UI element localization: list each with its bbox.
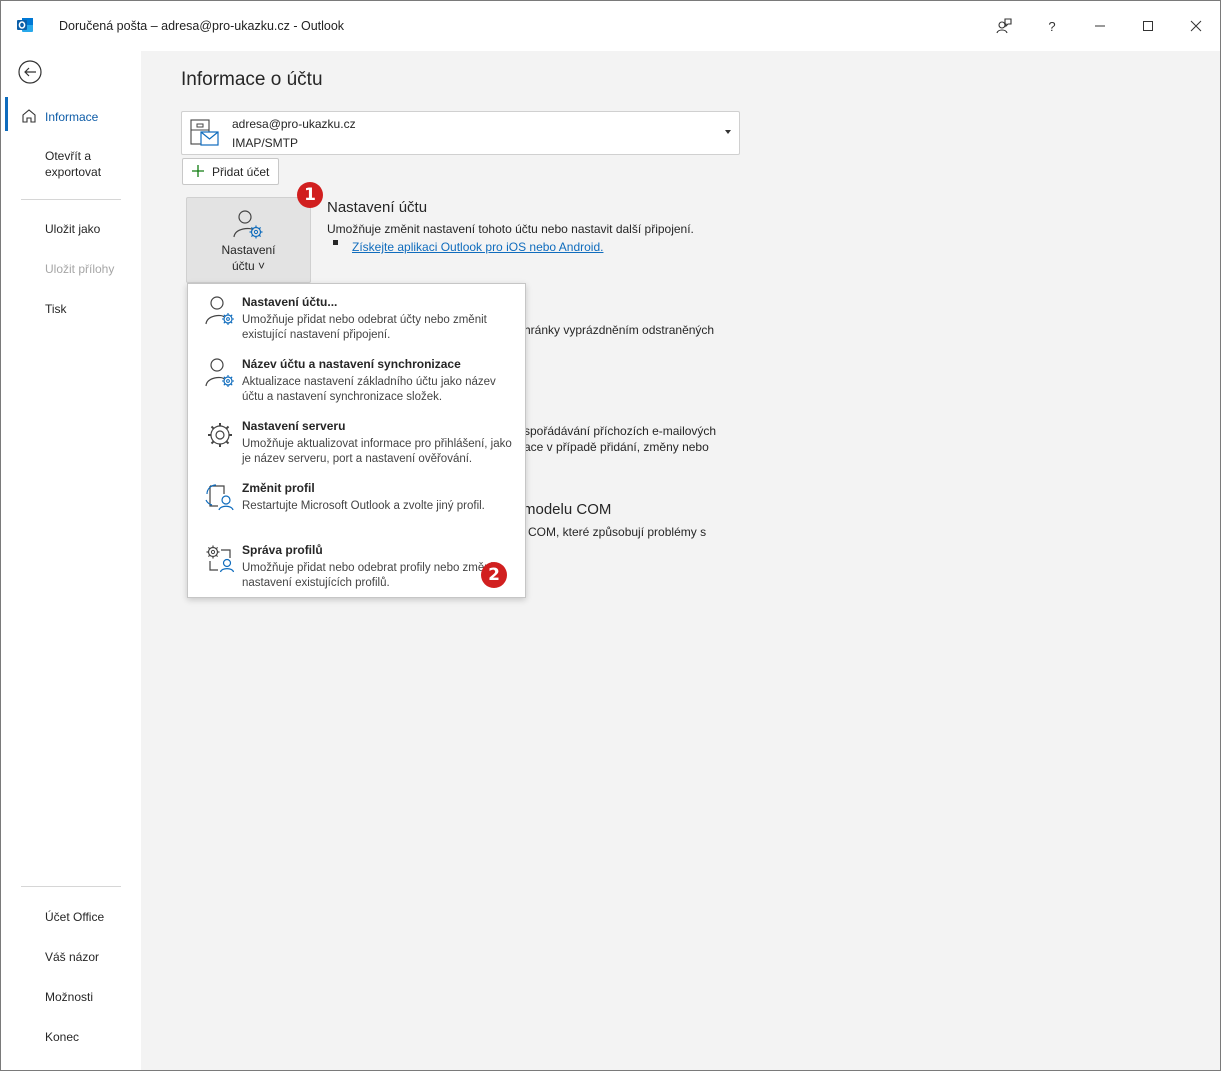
section-desc-account-settings: Umožňuje změnit nastavení tohoto účtu ne… [327, 222, 694, 236]
get-mobile-app-link[interactable]: Získejte aplikaci Outlook pro iOS nebo A… [352, 240, 603, 254]
section-desc-partial: COM, které způsobují problémy s [528, 525, 707, 539]
sidebar-item-vas-nazor[interactable]: Váš názor [1, 949, 141, 969]
minimize-icon [1095, 25, 1105, 27]
sidebar-item-label: Účet Office [45, 910, 105, 924]
sidebar-item-label: Váš názor [45, 950, 100, 964]
add-account-label: Přidat účet [212, 165, 270, 179]
sidebar-item-ucet-office[interactable]: Účet Office [1, 909, 141, 929]
sidebar-item-moznosti[interactable]: Možnosti [1, 989, 141, 1009]
sidebar-item-ulozit-jako[interactable]: Uložit jako [1, 221, 141, 241]
menu-item-desc: Umožňuje aktualizovat informace pro přih… [242, 438, 512, 465]
maximize-button[interactable] [1125, 11, 1171, 41]
sidebar-item-otevrit-exportovat[interactable]: Otevřít a exportovat [1, 147, 141, 183]
menu-item-account-name-sync[interactable]: Název účtu a nastavení synchronizace Akt… [188, 348, 525, 408]
title-bar: Doručená pošta – adresa@pro-ukazku.cz - … [1, 1, 1220, 51]
menu-item-title: Nastavení účtu... [242, 295, 338, 309]
menu-item-server-settings[interactable]: Nastavení serveru Umožňuje aktualizovat … [188, 410, 525, 470]
close-button[interactable] [1173, 11, 1219, 41]
menu-item-title: Název účtu a nastavení synchronizace [242, 357, 461, 371]
sidebar-item-informace[interactable]: Informace [1, 106, 141, 126]
menu-item-manage-profiles[interactable]: Správa profilů Umožňuje přidat nebo odeb… [188, 534, 525, 594]
menu-item-title: Nastavení serveru [242, 419, 346, 433]
help-label: ? [1048, 18, 1056, 34]
account-email: adresa@pro-ukazku.cz [232, 117, 356, 131]
sidebar-item-label: Tisk [45, 302, 67, 316]
help-button[interactable]: ? [1029, 11, 1075, 41]
sidebar-item-label: Uložit přílohy [45, 262, 115, 276]
close-icon [1190, 20, 1202, 32]
outlook-window: Doručená pošta – adresa@pro-ukazku.cz - … [0, 0, 1221, 1071]
window-title: Doručená pošta – adresa@pro-ukazku.cz - … [59, 19, 345, 33]
chevron-down-icon [725, 130, 731, 134]
maximize-icon [1143, 21, 1153, 31]
sidebar-item-label: Uložit jako [45, 222, 101, 236]
change-profile-icon [205, 484, 234, 511]
sidebar-divider [21, 199, 121, 200]
sidebar-item-label: Informace [45, 110, 99, 124]
plus-icon [192, 165, 204, 177]
outlook-logo-icon [17, 18, 33, 32]
account-settings-label-line1: Nastavení [221, 243, 276, 257]
sidebar-item-label: Možnosti [45, 990, 94, 1004]
account-settings-label: Nastavení účtu ˅ [187, 242, 310, 274]
menu-item-title: Správa profilů [242, 543, 323, 557]
minimize-button[interactable] [1077, 11, 1123, 41]
section-title-partial: modelu COM [523, 501, 612, 518]
sidebar-item-ulozit-prilohy: Uložit přílohy [1, 261, 141, 281]
menu-item-desc: Aktualizace nastavení základního účtu ja… [242, 376, 496, 403]
account-type: IMAP/SMTP [232, 136, 299, 150]
sidebar-divider [21, 886, 121, 887]
person-gear-icon [205, 358, 234, 387]
feedback-person-icon [996, 18, 1012, 34]
sidebar-item-label: Konec [45, 1030, 80, 1044]
sidebar-item-tisk[interactable]: Tisk [1, 301, 141, 321]
menu-item-desc: Restartujte Microsoft Outlook a zvolte j… [242, 500, 485, 512]
menu-item-change-profile[interactable]: Změnit profil Restartujte Microsoft Outl… [188, 472, 525, 532]
person-gear-icon [233, 210, 263, 239]
menu-item-account-settings[interactable]: Nastavení účtu... Umožňuje přidat nebo o… [188, 286, 525, 346]
sidebar-item-label: Otevřít a exportovat [45, 149, 102, 179]
account-settings-label-line2: účtu ˅ [231, 259, 266, 273]
section-desc-partial: hránky vyprázdněním odstraněných [524, 323, 715, 337]
page-title: Informace o účtu [181, 69, 323, 90]
mail-account-icon [190, 119, 219, 146]
manage-profiles-icon [206, 545, 235, 573]
menu-item-title: Změnit profil [242, 481, 315, 495]
step-badge-1: 1 [297, 182, 323, 208]
home-icon [22, 109, 36, 123]
backstage-sidebar: Informace Otevřít a exportovat Uložit ja… [1, 51, 141, 1070]
section-title-account-settings: Nastavení účtu [327, 199, 428, 216]
add-account-button[interactable]: Přidat účet [182, 158, 279, 185]
account-selector[interactable]: adresa@pro-ukazku.cz IMAP/SMTP [181, 111, 740, 155]
section-desc-partial: ace v případě přidání, změny nebo [524, 440, 709, 454]
step-badge-2: 2 [481, 562, 507, 588]
account-settings-dropdown: Nastavení účtu... Umožňuje přidat nebo o… [187, 283, 526, 598]
gear-icon [208, 423, 232, 447]
person-gear-icon [205, 296, 234, 325]
back-arrow-icon[interactable] [17, 59, 43, 85]
account-settings-button[interactable]: Nastavení účtu ˅ [186, 197, 311, 283]
bullet [333, 240, 338, 245]
coming-soon-button[interactable] [981, 11, 1027, 41]
sidebar-item-konec[interactable]: Konec [1, 1029, 141, 1049]
menu-item-desc: Umožňuje přidat nebo odebrat profily neb… [242, 562, 497, 589]
section-desc-partial: spořádávání příchozích e-mailových [524, 424, 717, 438]
menu-item-desc: Umožňuje přidat nebo odebrat účty nebo z… [242, 314, 487, 341]
